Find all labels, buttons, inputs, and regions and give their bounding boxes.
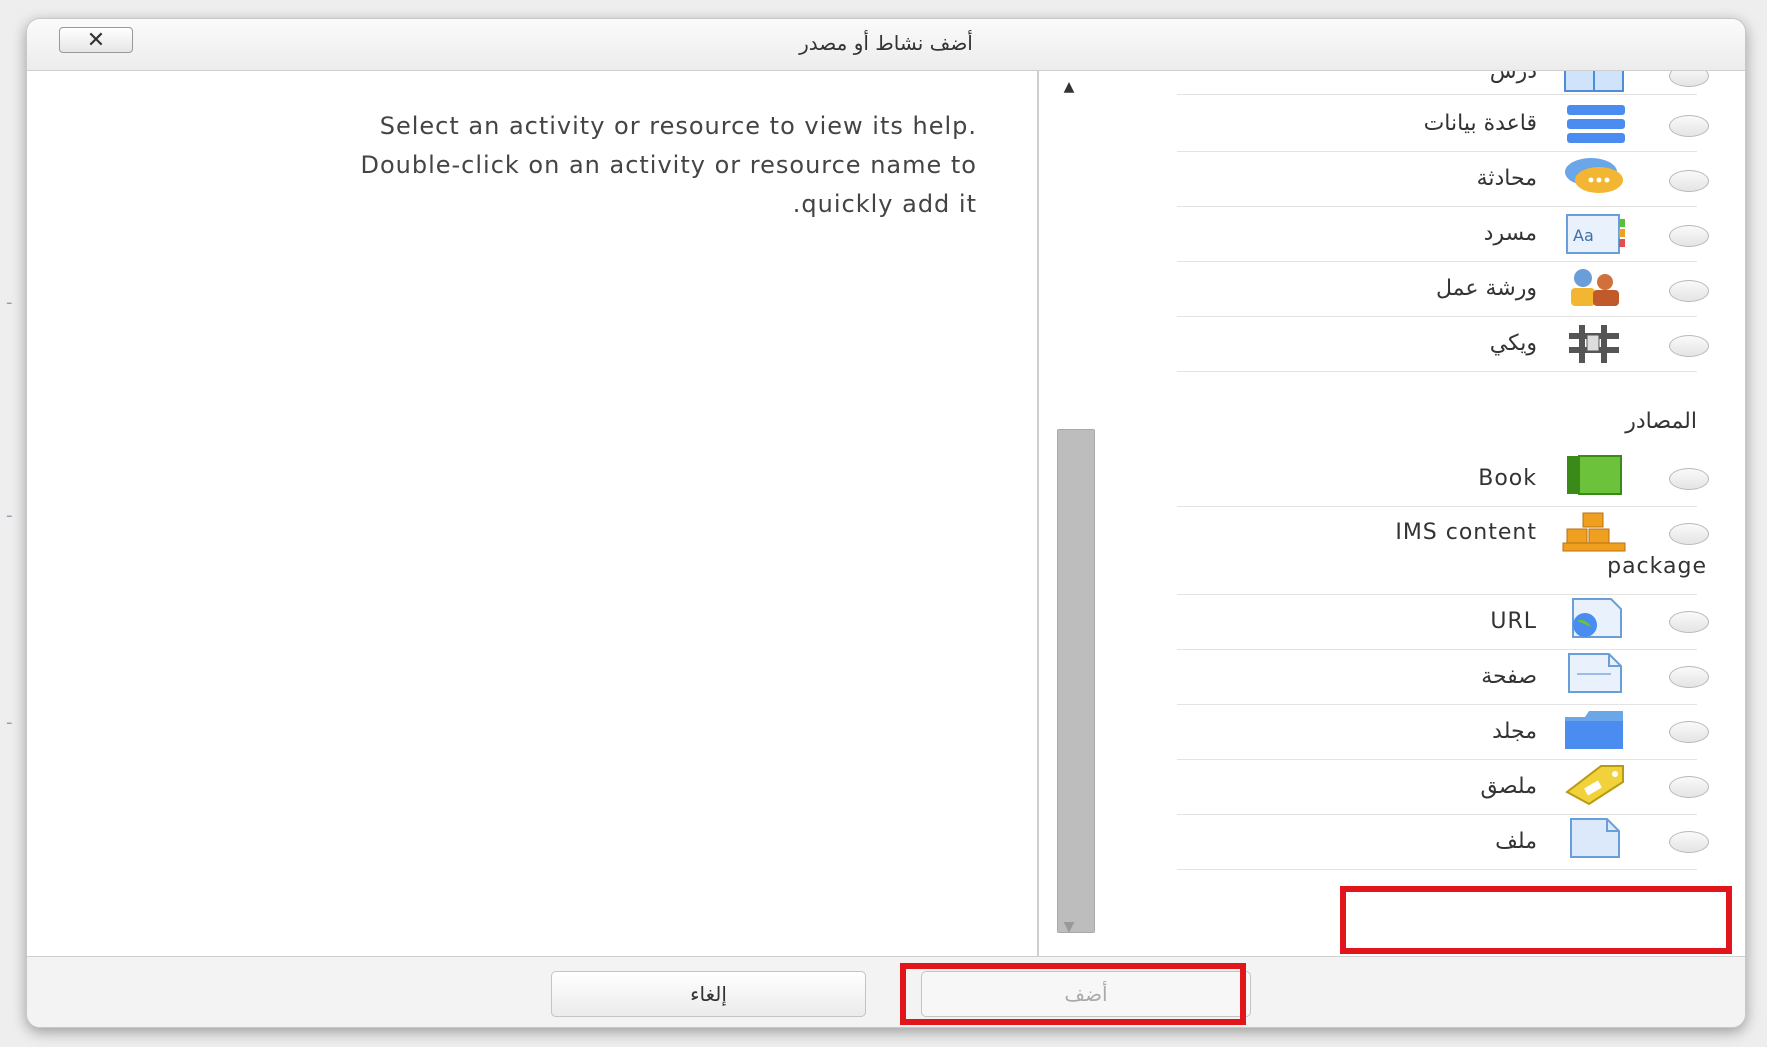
folder-icon xyxy=(1565,711,1623,749)
page-icon xyxy=(1568,653,1622,693)
option-ims-package[interactable]: IMS content package xyxy=(1177,507,1709,595)
option-label: صفحة xyxy=(1481,664,1537,689)
scroll-up-icon[interactable]: ▲ xyxy=(1047,79,1091,103)
background-fragment: - xyxy=(6,292,13,313)
option-label: درس xyxy=(1489,71,1537,84)
chat-icon xyxy=(1565,158,1623,193)
option-radio[interactable] xyxy=(1669,666,1709,688)
option-wiki[interactable]: ويكي xyxy=(1177,317,1709,372)
dialog-title: أضف نشاط أو مصدر xyxy=(799,31,973,55)
option-radio[interactable] xyxy=(1669,523,1709,545)
option-label: Book xyxy=(1478,466,1537,491)
help-line: .quickly add it xyxy=(792,190,977,218)
option-folder[interactable]: مجلد xyxy=(1177,705,1709,760)
option-radio[interactable] xyxy=(1669,468,1709,490)
book-icon xyxy=(1567,455,1622,495)
workshop-icon xyxy=(1571,269,1619,306)
option-radio[interactable] xyxy=(1669,776,1709,798)
option-glossary[interactable]: Aa مسرد xyxy=(1177,207,1709,262)
options-scrollbar[interactable]: ▲ ▼ xyxy=(1047,79,1095,949)
resources-heading: المصادر xyxy=(1625,409,1697,434)
option-label: محادثة xyxy=(1476,166,1537,191)
glossary-icon: Aa xyxy=(1566,214,1625,254)
url-icon xyxy=(1572,598,1622,638)
option-label: قاعدة بيانات xyxy=(1423,111,1537,136)
background-fragment: - xyxy=(6,712,13,733)
ims-package-icon xyxy=(1562,512,1626,552)
pane-divider xyxy=(1037,71,1039,956)
option-label-resource[interactable]: ملصق xyxy=(1177,760,1709,815)
database-icon xyxy=(1567,105,1625,143)
option-radio[interactable] xyxy=(1669,280,1709,302)
option-radio[interactable] xyxy=(1669,170,1709,192)
add-button-highlight xyxy=(900,963,1246,1025)
help-pane: Select an activity or resource to view i… xyxy=(27,71,1037,956)
option-label: مسرد xyxy=(1483,221,1537,246)
option-label: ملف xyxy=(1495,829,1537,854)
svg-text:Aa: Aa xyxy=(1573,226,1594,245)
option-lesson[interactable]: درس xyxy=(1177,71,1709,95)
add-activity-dialog: ✕ أضف نشاط أو مصدر Select an activity or… xyxy=(26,18,1746,1028)
wiki-icon xyxy=(1569,325,1619,363)
option-book[interactable]: Book xyxy=(1177,452,1709,507)
option-radio[interactable] xyxy=(1669,115,1709,137)
cancel-button[interactable]: إلغاء xyxy=(551,971,866,1017)
help-line: Select an activity or resource to view i… xyxy=(379,112,977,140)
option-radio[interactable] xyxy=(1669,225,1709,247)
option-radio[interactable] xyxy=(1669,721,1709,743)
option-page[interactable]: صفحة xyxy=(1177,650,1709,705)
file-option-highlight xyxy=(1340,886,1732,954)
option-radio[interactable] xyxy=(1669,335,1709,357)
lesson-icon xyxy=(1564,71,1624,92)
dialog-titlebar: ✕ أضف نشاط أو مصدر xyxy=(27,19,1745,71)
option-label: ورشة عمل xyxy=(1436,276,1537,301)
option-radio[interactable] xyxy=(1669,831,1709,853)
option-radio[interactable] xyxy=(1669,71,1709,87)
option-label: ويكي xyxy=(1489,331,1537,356)
dialog-footer: إلغاء أضف xyxy=(27,956,1745,1027)
option-label: package xyxy=(1607,554,1707,579)
option-label: URL xyxy=(1490,609,1537,634)
help-text: Select an activity or resource to view i… xyxy=(137,107,977,224)
background-fragment: - xyxy=(6,505,13,526)
help-line: Double-click on an activity or resource … xyxy=(360,151,977,179)
option-file[interactable]: ملف xyxy=(1177,815,1709,870)
scroll-down-icon[interactable]: ▼ xyxy=(1047,919,1091,943)
option-label: ملصق xyxy=(1480,774,1537,799)
option-label: مجلد xyxy=(1492,719,1537,744)
option-database[interactable]: قاعدة بيانات xyxy=(1177,97,1709,152)
option-chat[interactable]: محادثة xyxy=(1177,152,1709,207)
option-label: IMS content xyxy=(1395,520,1537,545)
label-icon xyxy=(1565,765,1624,806)
option-workshop[interactable]: ورشة عمل xyxy=(1177,262,1709,317)
options-list: درس قاعدة بيانات محادثة Aa مسرد ورشة عمل… xyxy=(1097,71,1745,956)
file-icon xyxy=(1570,818,1620,858)
option-url[interactable]: URL xyxy=(1177,595,1709,650)
option-radio[interactable] xyxy=(1669,611,1709,633)
scroll-thumb[interactable] xyxy=(1057,429,1095,933)
